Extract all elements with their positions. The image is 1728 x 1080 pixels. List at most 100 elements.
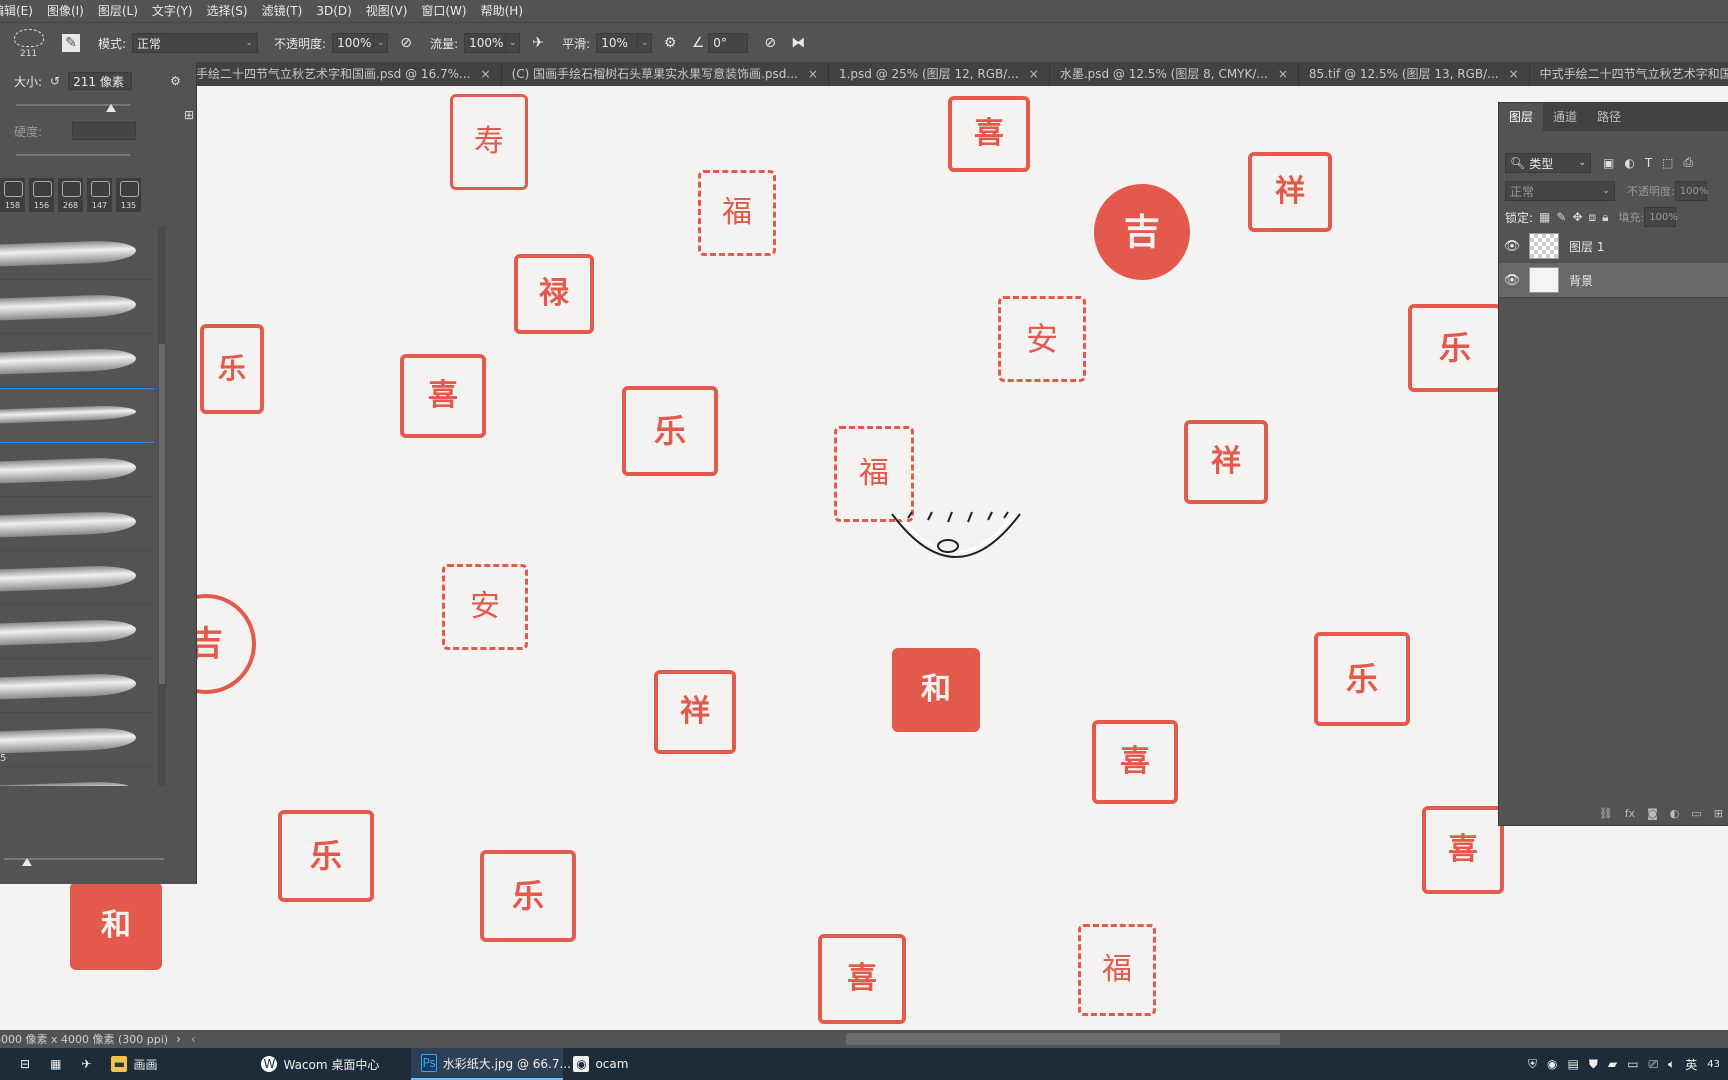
chevron-left-icon[interactable]: ‹ [191,1032,196,1046]
chevron-right-icon[interactable]: › [176,1032,181,1046]
tab-document[interactable]: 中式手绘二十四节气立秋艺术字和国画.psd @ 16.7%... × [196,62,502,86]
new-preset-icon[interactable]: ⊞ [184,108,194,122]
reset-icon[interactable]: ↺ [50,74,60,88]
link-layers-icon[interactable]: ⛓ [1599,807,1613,820]
close-icon[interactable]: × [808,62,818,86]
toggle-brush-panel-icon[interactable]: ✎ [62,34,80,52]
brush-stroke-item[interactable]: 5 [0,713,154,767]
flow-field[interactable]: 100% [464,33,507,53]
tab-document[interactable]: 水墨.psd @ 12.5% (图层 8, CMYK/... × [1050,62,1299,86]
gear-icon[interactable]: ⚙ [170,74,181,88]
tab-channels[interactable]: 通道 [1543,103,1587,131]
image-filter-icon[interactable]: ▣ [1603,156,1614,170]
menu-help[interactable]: 帮助(H) [474,0,530,22]
visibility-eye-icon[interactable]: 👁︎ [1499,239,1525,254]
brush-stroke-item[interactable] [0,226,154,280]
menu-window[interactable]: 窗口(W) [414,0,473,22]
record-icon[interactable]: ◉ [1547,1057,1557,1071]
tab-document[interactable]: (C) 国画手绘石榴树石头草果实水果写意装饰画.psd... × [502,62,829,86]
tab-document[interactable]: 1.psd @ 25% (图层 12, RGB/... × [829,62,1050,86]
tab-document[interactable]: 85.tif @ 12.5% (图层 13, RGB/... × [1299,62,1530,86]
pressure-size-icon[interactable]: ⊘ [760,33,780,53]
hardness-field[interactable] [72,122,137,140]
lock-position-icon[interactable]: ✥ [1572,210,1582,224]
calculator-icon[interactable]: ▦ [40,1048,71,1080]
brush-preset[interactable]: 147 [87,178,112,212]
brush-size-field[interactable]: 211 像素 [68,72,133,90]
menu-edit[interactable]: 编辑(E) [0,0,40,22]
layer-opacity-field[interactable]: 100% [1674,181,1708,201]
pressure-opacity-icon[interactable]: ⊘ [396,33,416,53]
flow-dropdown-icon[interactable]: ⌄ [506,33,521,53]
brush-stroke-item[interactable]: 6 [0,767,154,786]
brush-stroke-item[interactable] [0,443,154,497]
task-view-icon[interactable]: ⊟ [0,1048,40,1080]
brush-stroke-item[interactable] [0,659,154,713]
size-slider-handle[interactable] [106,104,116,112]
fx-icon[interactable]: fx [1625,807,1635,820]
brush-preset-picker[interactable]: 211 [6,25,52,61]
close-icon[interactable]: × [1029,62,1039,86]
brush-stroke-item[interactable] [0,551,154,605]
menu-image[interactable]: 图像(I) [40,0,91,22]
menu-select[interactable]: 选择(S) [200,0,255,22]
text-filter-icon[interactable]: T [1645,156,1652,170]
menu-3d[interactable]: 3D(D) [309,0,358,22]
new-group-icon[interactable]: ▭ [1691,807,1701,820]
smooth-field[interactable]: 10% [596,33,639,53]
menu-view[interactable]: 视图(V) [359,0,415,22]
taskbar-item-active[interactable]: Ps 水彩纸大.jpg @ 66.7... [411,1048,571,1080]
tab-document[interactable]: 中式手绘二十四节气立秋艺术字和国画 2.psd @ 25 [1530,62,1728,86]
brush-stroke-item[interactable] [0,334,154,388]
fill-field[interactable]: 100% [1644,207,1678,227]
security-icon[interactable]: ⛊ [1589,1057,1598,1072]
airbrush-icon[interactable]: ✈ [528,33,548,53]
network-icon[interactable]: ⎚ [1648,1057,1658,1072]
shield-icon[interactable]: ⛨ [1528,1057,1537,1072]
nvidia-icon[interactable]: ▰ [1608,1057,1617,1071]
layer-filter-select[interactable]: 🔍︎ 类型 ⌄ [1505,153,1591,173]
add-mask-icon[interactable]: ◙ [1647,807,1658,820]
menu-type[interactable]: 文字(Y) [145,0,200,22]
scrollbar-thumb[interactable] [159,344,165,684]
menu-layer[interactable]: 图层(L) [91,0,145,22]
close-icon[interactable]: × [481,62,491,86]
layer-row[interactable]: 👁︎ 图层 1 [1499,229,1728,264]
adjustment-layer-icon[interactable]: ◐ [1670,807,1680,820]
taskbar-item[interactable]: ◉ ocam [563,1048,638,1080]
lock-transparent-icon[interactable]: ▦ [1539,210,1550,224]
horizontal-scrollbar-thumb[interactable] [846,1033,1280,1045]
close-icon[interactable]: × [1278,62,1288,86]
blend-mode-select[interactable]: 正常 ⌄ [1505,181,1615,201]
tab-layers[interactable]: 图层 [1499,103,1544,131]
brush-preset[interactable]: 135 [116,178,141,212]
close-icon[interactable]: × [1509,62,1519,86]
brush-preset[interactable]: 268 [58,178,83,212]
brush-stroke-item[interactable] [0,388,154,443]
brush-list-scrollbar[interactable] [158,226,166,786]
ime-indicator[interactable]: 英 [1685,1056,1697,1073]
mode-select[interactable]: 正常 ⌄ [132,33,259,53]
brush-stroke-item[interactable] [0,605,154,659]
new-layer-icon[interactable]: ⊞ [1714,807,1723,820]
menu-filter[interactable]: 滤镜(T) [255,0,310,22]
volume-icon[interactable]: 🔈︎ [1668,1057,1675,1072]
adjustment-filter-icon[interactable]: ◐ [1624,156,1634,170]
opacity-dropdown-icon[interactable]: ⌄ [374,33,389,53]
lock-paint-icon[interactable]: ✎ [1556,210,1566,224]
lock-artboard-icon[interactable]: ⧈ [1589,210,1597,225]
brush-preset[interactable]: 156 [29,178,54,212]
layer-row-background[interactable]: 👁︎ 背景 [1499,263,1728,298]
battery-icon[interactable]: ▭ [1627,1057,1638,1071]
brush-stroke-item[interactable] [0,280,154,334]
smooth-dropdown-icon[interactable]: ⌄ [638,33,653,53]
app-pin-icon[interactable]: ✈ [71,1048,101,1080]
taskbar-item[interactable]: ▬ 画画 [101,1048,251,1080]
symmetry-icon[interactable]: ⧓ [788,33,808,53]
clock[interactable]: 43 [1707,1059,1720,1070]
smart-object-filter-icon[interactable]: ⎙ [1684,155,1694,170]
preview-size-handle[interactable] [22,858,32,866]
opacity-field[interactable]: 100% [332,33,375,53]
visibility-eye-icon[interactable]: 👁︎ [1499,273,1525,288]
lock-all-icon[interactable]: 🔒︎ [1602,210,1608,225]
